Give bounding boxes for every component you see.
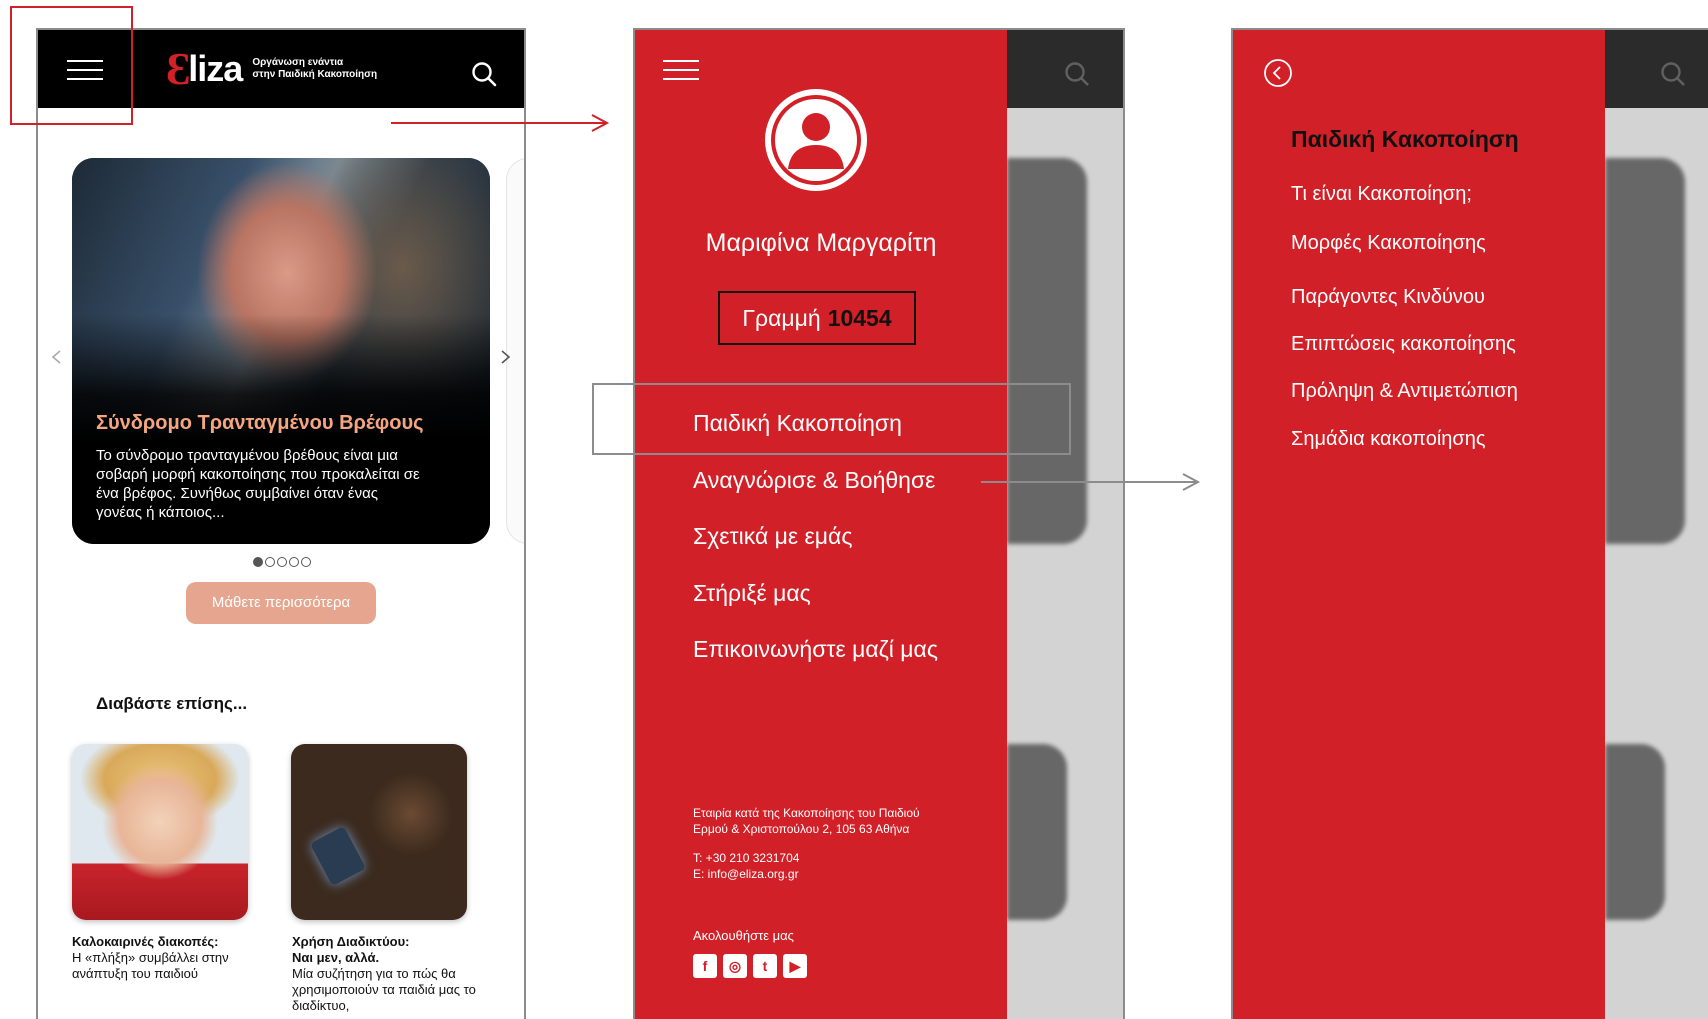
flow-arrows: [391, 114, 1201, 491]
flow-arrow-red-icon: [391, 114, 610, 132]
flow-arrow-grey-icon: [981, 473, 1201, 491]
